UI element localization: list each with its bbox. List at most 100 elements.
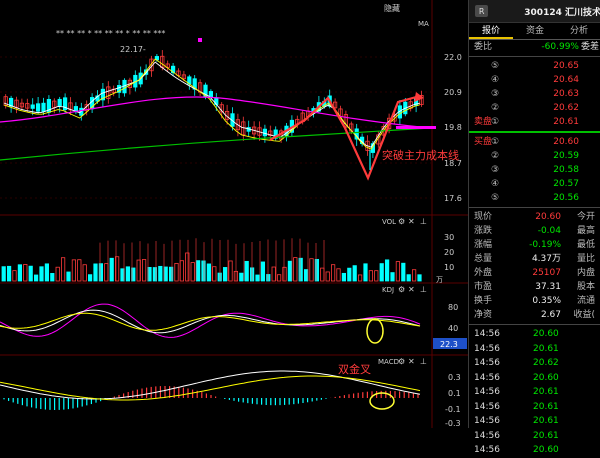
kdj-tick: 80	[448, 303, 458, 312]
close-icon[interactable]: ✕	[408, 357, 415, 366]
buy-level-row[interactable]: ③ 20.58	[469, 163, 600, 177]
volume-bar	[163, 266, 168, 282]
tick-time: 14:56	[474, 329, 500, 339]
tick-row: 14:56 20.60	[469, 371, 600, 386]
sell-level-row[interactable]: 卖盘 ① 20.61	[469, 115, 600, 129]
sell-level-row[interactable]: ② 20.62	[469, 101, 600, 115]
volume-bar	[390, 272, 395, 282]
volume-bar	[287, 260, 293, 282]
volume-bar	[7, 265, 12, 282]
volume-bar	[352, 265, 357, 282]
ma-label: MA	[418, 20, 429, 28]
gear-icon[interactable]: ⚙	[398, 357, 405, 366]
order-price: 20.57	[553, 179, 579, 189]
stat-label-right: 今开	[576, 212, 595, 222]
volume-bar	[363, 263, 368, 282]
buy-orders: 买盘 ① 20.60 ② 20.59 ③ 20.58 ④ 20.57 ⑤ 20.56	[469, 135, 600, 205]
volume-bar	[88, 274, 93, 282]
close-icon[interactable]: ✕	[408, 217, 415, 226]
gear-icon[interactable]: ⚙	[398, 285, 405, 294]
volume-bar	[303, 269, 309, 282]
gear-icon[interactable]: ⚙	[398, 217, 405, 226]
volume-bar	[120, 268, 125, 282]
tick-time: 14:56	[474, 430, 500, 441]
buy-level-row[interactable]: 买盘 ① 20.60	[469, 135, 600, 149]
stat-label: 涨跌	[474, 226, 493, 236]
weibi-value: -60.99%	[541, 42, 579, 52]
sell-level-row[interactable]: ④ 20.64	[469, 73, 600, 87]
volume-bar	[28, 265, 33, 282]
double-golden-cross-annotation: 双金叉	[338, 362, 371, 376]
stat-value: -0.19%	[529, 240, 561, 250]
volume-bar	[379, 263, 384, 282]
tick-price: 20.60	[533, 372, 559, 383]
volume-bar	[17, 264, 23, 282]
vol-tick: 20	[444, 248, 454, 257]
volume-bar	[239, 272, 244, 282]
vol-tick: 30	[444, 233, 454, 242]
stat-label-right: 收益(	[573, 310, 595, 320]
stat-value: 4.37万	[531, 254, 561, 264]
volume-bar	[384, 259, 390, 282]
volume-bar	[34, 274, 39, 282]
r-badge[interactable]: R	[475, 5, 489, 17]
candle-body	[262, 128, 268, 137]
volume-bar	[401, 262, 406, 282]
hide-button[interactable]: 隐藏	[384, 3, 400, 13]
volume-bar	[255, 274, 260, 282]
tab-quote[interactable]: 报价	[469, 23, 513, 39]
tick-list[interactable]: 14:56 20.60 14:56 20.61 14:56 20.62 14:56 20.60…	[469, 327, 600, 458]
buy-level-row[interactable]: ⑤ 20.56	[469, 191, 600, 205]
stat-label-right: 最高	[576, 226, 595, 236]
volume-bar	[39, 266, 44, 282]
tick-price: 20.61	[533, 401, 559, 412]
order-price: 20.62	[553, 103, 579, 113]
level-icon: ②	[491, 151, 500, 161]
kline-chart[interactable]: 隐藏 MA ** ** ** * ** ** ** * ** ** *** 22…	[0, 0, 468, 428]
menu-icon[interactable]: ⊥	[420, 285, 427, 294]
buy-level-row[interactable]: ② 20.59	[469, 149, 600, 163]
menu-icon[interactable]: ⊥	[420, 357, 427, 366]
menu-icon[interactable]: ⊥	[420, 217, 427, 226]
candle-body	[30, 104, 35, 109]
stat-row: 外盘 25107 内盘	[469, 266, 600, 280]
close-icon[interactable]: ✕	[408, 285, 415, 294]
stat-label: 市盈	[474, 282, 493, 292]
stat-value: 0.35%	[532, 296, 561, 306]
weibi-label: 委比	[474, 42, 493, 52]
stock-header: R 300124 汇川技术	[469, 0, 600, 23]
quote-tabs: 报价 资金 分析	[469, 23, 600, 40]
level-icon: ④	[491, 75, 500, 85]
tick-price: 20.61	[533, 387, 559, 397]
stat-label-right: 内盘	[576, 268, 595, 278]
stock-code-name: 300124 汇川技术	[524, 7, 600, 18]
stat-value: -0.04	[537, 226, 561, 236]
level-icon: ⑤	[491, 193, 500, 203]
volume-bar	[93, 263, 98, 282]
level-icon: ③	[491, 89, 500, 99]
tab-analysis[interactable]: 分析	[557, 23, 600, 39]
macd-tick: 0.3	[448, 373, 461, 382]
volume-bar	[406, 274, 411, 282]
stat-value: 25107	[532, 268, 561, 278]
tick-price: 20.61	[533, 430, 559, 441]
stat-row: 换手 0.35% 流通	[469, 294, 600, 308]
price-tick: 20.9	[444, 88, 462, 97]
level-icon: ③	[491, 165, 500, 175]
candle-body	[36, 103, 41, 112]
weibi-row: 委比 -60.99% 委差	[469, 40, 600, 54]
tick-time: 14:56	[474, 358, 500, 368]
order-price: 20.61	[553, 117, 579, 127]
tab-funds[interactable]: 资金	[513, 23, 557, 39]
stat-value: 20.60	[535, 212, 561, 222]
buy-level-row[interactable]: ④ 20.57	[469, 177, 600, 191]
order-price: 20.65	[553, 61, 579, 71]
tick-price: 20.60	[533, 329, 559, 339]
stat-value: 2.67	[540, 310, 561, 320]
sell-level-row[interactable]: ③ 20.63	[469, 87, 600, 101]
volume-bar	[206, 263, 211, 282]
volume-bar	[244, 260, 249, 282]
sell-level-row[interactable]: ⑤ 20.65	[469, 59, 600, 73]
tick-row: 14:56 20.61	[469, 429, 600, 444]
order-price: 20.58	[553, 165, 579, 175]
